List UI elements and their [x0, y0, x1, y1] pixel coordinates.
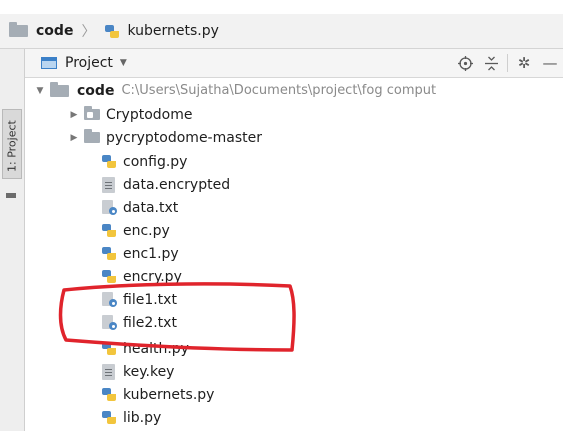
minimize-icon[interactable]: — [537, 49, 563, 77]
folder-icon [50, 81, 69, 97]
data-file-icon [102, 363, 115, 380]
breadcrumb-label: code [36, 23, 74, 39]
tree-file-encry-py[interactable]: encry.py [101, 265, 182, 288]
text-file-icon [101, 314, 117, 331]
dropdown-arrow-icon: ▼ [119, 58, 127, 68]
toolbar-divider [507, 54, 508, 72]
tool-tab-label: 1: Project [5, 120, 19, 172]
tree-file-kubernets-py[interactable]: kubernets.py [101, 383, 214, 406]
root-folder-name: code [77, 82, 115, 99]
tree-file-enc-py[interactable]: enc.py [101, 219, 170, 242]
tree-folder-pycryptodome-master[interactable]: ▶ pycryptodome-master [68, 126, 262, 149]
project-window-icon [41, 57, 57, 69]
collapse-all-icon[interactable] [478, 49, 504, 77]
file-name: file2.txt [123, 314, 177, 331]
project-panel-header: Project ▼ ✲ — [25, 49, 563, 78]
python-file-icon [104, 23, 120, 40]
file-name: health.py [123, 340, 189, 357]
python-file-icon [101, 409, 117, 426]
python-file-icon [101, 268, 117, 285]
text-file-icon [101, 291, 117, 308]
file-name: enc1.py [123, 245, 179, 262]
tree-file-file1-txt[interactable]: file1.txt [101, 288, 177, 311]
tree-folder-cryptodome[interactable]: ▶ Cryptodome [68, 103, 192, 126]
file-name: enc.py [123, 222, 170, 239]
file-name: lib.py [123, 409, 162, 426]
tree-file-config-py[interactable]: config.py [101, 150, 187, 173]
folder-name: Cryptodome [106, 106, 193, 123]
breadcrumb-item-file[interactable]: kubernets.py [104, 23, 219, 40]
gear-icon[interactable]: ✲ [511, 49, 537, 77]
chevron-down-icon[interactable]: ▼ [34, 86, 46, 96]
tree-root-code[interactable]: ▼ code C:\Users\Sujatha\Documents\projec… [34, 79, 436, 102]
package-folder-icon [84, 106, 100, 120]
file-name: encry.py [123, 268, 182, 285]
file-name: key.key [123, 363, 175, 380]
root-folder-path: C:\Users\Sujatha\Documents\project\fog c… [121, 83, 437, 98]
project-selector-label: Project [65, 55, 113, 71]
file-name: file1.txt [123, 291, 177, 308]
python-file-icon [101, 153, 117, 170]
tree-file-health-py[interactable]: health.py [101, 337, 189, 360]
chevron-right-icon[interactable]: ▶ [68, 110, 80, 120]
chevron-right-icon[interactable]: ▶ [68, 133, 80, 143]
tree-file-data-encrypted[interactable]: data.encrypted [101, 173, 230, 196]
file-name: config.py [123, 153, 188, 170]
project-tool-window-tab[interactable]: 1: Project [2, 109, 22, 179]
python-file-icon [101, 340, 117, 357]
file-name: kubernets.py [123, 386, 215, 403]
target-icon[interactable] [452, 49, 478, 77]
folder-name: pycryptodome-master [106, 129, 262, 146]
file-name: data.txt [123, 199, 179, 216]
chevron-right-icon: 〉 [81, 24, 96, 40]
python-file-icon [101, 245, 117, 262]
tree-file-key-key[interactable]: key.key [101, 360, 174, 383]
project-view-selector[interactable]: Project ▼ [41, 55, 127, 71]
tree-file-data-txt[interactable]: data.txt [101, 196, 178, 219]
navigation-breadcrumb: code 〉 kubernets.py [0, 14, 563, 49]
python-file-icon [101, 222, 117, 239]
text-file-icon [101, 199, 117, 216]
data-file-icon [102, 176, 115, 193]
header-toolbar: ✲ — [452, 49, 563, 77]
tool-strip-marker [6, 193, 16, 198]
tree-file-enc1-py[interactable]: enc1.py [101, 242, 179, 265]
python-file-icon [101, 386, 117, 403]
tree-file-file2-txt[interactable]: file2.txt [101, 311, 177, 334]
tree-file-lib-py[interactable]: lib.py [101, 406, 161, 429]
folder-icon [9, 22, 28, 37]
breadcrumb-item-code[interactable]: code [9, 22, 74, 39]
tool-window-strip: 1: Project [0, 49, 25, 431]
file-name: data.encrypted [123, 176, 231, 193]
breadcrumb-label: kubernets.py [127, 23, 219, 39]
folder-icon [84, 129, 100, 143]
